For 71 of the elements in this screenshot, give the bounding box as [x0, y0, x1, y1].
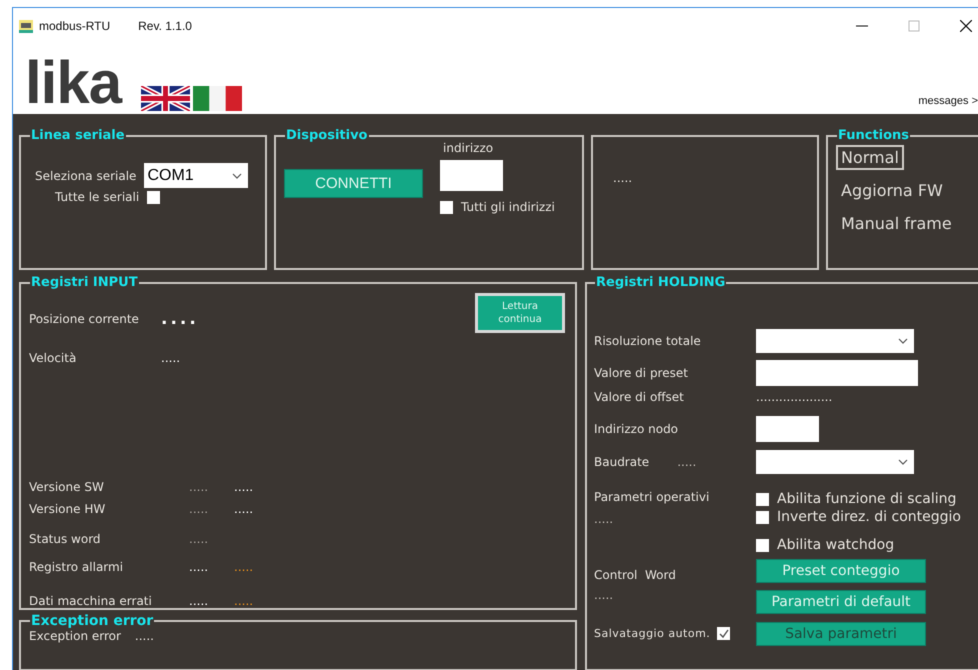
preset-label: Valore di preset [594, 366, 689, 380]
checkbox[interactable] [756, 510, 769, 524]
parameters-value: ..... [594, 512, 614, 526]
chevron-icon [898, 338, 908, 344]
register-label: Velocità [29, 351, 78, 365]
register-value: .... [161, 309, 199, 329]
status-text: ..... [613, 171, 632, 185]
panel-title: Functions [837, 128, 910, 143]
flag-icon[interactable] [141, 86, 190, 111]
revision-label: Rev. 1.1.0 [138, 19, 192, 33]
register-value: ..... [189, 532, 210, 546]
register-value: ..... [189, 560, 210, 574]
option-label: Inverte direz. di conteggio [777, 509, 961, 525]
node-address-field[interactable] [756, 416, 819, 442]
register-value: ..... [189, 502, 210, 516]
control-word-value: ..... [594, 588, 614, 602]
parameters-label: Parametri operativi [594, 490, 710, 504]
exception-label: Exception error [29, 629, 121, 643]
port-label: Seleziona seriale [35, 168, 136, 182]
register-label: Dati macchina errati [29, 594, 153, 608]
checkbox[interactable] [147, 190, 160, 204]
register-value: ..... [161, 351, 182, 365]
option-label: Abilita funzione di scaling [777, 491, 956, 507]
resolution-label: Risoluzione totale [594, 334, 702, 348]
chevron-icon [898, 458, 908, 464]
panel-title: Exception error [30, 613, 154, 629]
address-field[interactable] [440, 160, 503, 191]
panel-title: Dispositivo [285, 128, 368, 143]
offset-value: .................... [756, 390, 832, 404]
control-word-label: Control Word [594, 568, 677, 582]
register-value: ..... [189, 480, 210, 494]
register-value: ..... [234, 560, 254, 574]
register-label: Posizione corrente [29, 312, 140, 326]
chevron-icon [232, 172, 242, 178]
checkbox[interactable] [440, 200, 453, 214]
register-value: ..... [234, 502, 254, 516]
register-value: ..... [189, 594, 210, 608]
panel-title: Linea seriale [30, 128, 126, 143]
checkbox[interactable] [717, 627, 730, 640]
panel-title: Registri INPUT [30, 275, 139, 290]
checkbox[interactable] [756, 492, 769, 506]
all-addresses-label: Tutti gli indirizzi [461, 200, 555, 214]
register-label: Registro allarmi [29, 560, 124, 574]
port-dropdown[interactable]: COM1 [144, 163, 248, 188]
baudrate-value: ..... [677, 454, 696, 468]
register-value: ..... [234, 594, 254, 608]
close-icon[interactable] [960, 20, 972, 32]
offset-label: Valore di offset [594, 390, 685, 404]
function-option[interactable]: Manual frame [836, 211, 957, 236]
register-label: Versione SW [29, 480, 105, 494]
checkbox[interactable] [756, 538, 769, 552]
node-address-label: Indirizzo nodo [594, 422, 680, 436]
option-label: Abilita watchdog [777, 537, 894, 553]
autosave-label: Salvataggio autom. [594, 627, 710, 640]
window-title: modbus-RTU [39, 19, 110, 33]
baudrate-dropdown[interactable] [756, 450, 914, 474]
panel-title: Registri HOLDING [595, 275, 726, 290]
exception-value: ..... [134, 629, 154, 643]
preset-field[interactable] [756, 360, 918, 386]
messages-link[interactable]: messages > [918, 95, 978, 107]
function-option[interactable]: Aggiorna FW [836, 178, 948, 203]
resolution-dropdown[interactable] [756, 328, 914, 352]
app-icon [19, 20, 33, 32]
register-label: Versione HW [29, 502, 106, 516]
function-option[interactable]: Normal [836, 145, 904, 170]
register-value: ..... [234, 480, 254, 494]
baudrate-label: Baudrate [594, 454, 650, 468]
register-label: Status word [29, 532, 102, 546]
logo: lika [25, 55, 122, 111]
address-label: indirizzo [443, 141, 494, 155]
all-ports-label: Tutte le seriali [55, 190, 140, 204]
